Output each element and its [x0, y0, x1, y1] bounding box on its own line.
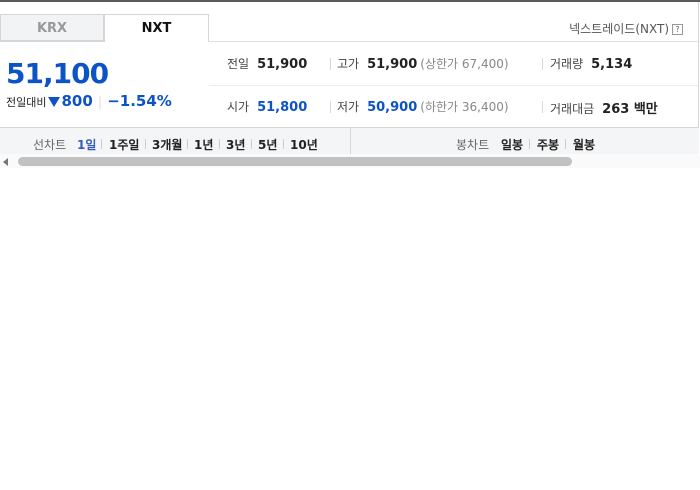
lower-limit: (하한가 36,400) [420, 100, 509, 114]
period-5y[interactable]: 5년 [258, 136, 277, 153]
period-3y[interactable]: 3년 [226, 136, 245, 153]
tab-krx[interactable]: KRX [0, 14, 104, 41]
down-arrow-icon [48, 97, 61, 107]
period-3m[interactable]: 3개월 [152, 136, 182, 153]
stat-label: 고가 [337, 57, 360, 71]
period-1d[interactable]: 1일 [77, 136, 96, 153]
stat-volume: 거래량 5,134 [550, 55, 632, 72]
scroll-left-icon[interactable] [3, 158, 8, 166]
toolbar-divider [350, 128, 351, 155]
widget-right-border [698, 2, 699, 128]
period-10y[interactable]: 10년 [290, 136, 318, 153]
stat-trade-value: 거래대금 263 백만 [550, 98, 658, 117]
help-icon[interactable]: ? [672, 24, 683, 35]
period-monthly-candle[interactable]: 월봉 [573, 136, 595, 153]
exchange-name-text: 넥스트레이드(NXT) [569, 22, 669, 36]
line-chart-label: 선차트 [33, 138, 67, 152]
stat-label: 거래대금 [550, 102, 595, 116]
stats-row-divider [209, 85, 698, 86]
stat-open: 시가 51,800 [227, 98, 307, 115]
period-separator [101, 139, 102, 149]
horizontal-scrollbar[interactable] [0, 154, 700, 168]
price-change: 전일대비 800 | −1.54% [6, 92, 172, 110]
stat-low: 저가 50,900 (하한가 36,400) [337, 98, 509, 115]
period-separator [219, 139, 220, 149]
upper-limit: (상한가 67,400) [420, 57, 509, 71]
period-separator [529, 139, 530, 149]
stat-value: 263 백만 [602, 102, 658, 117]
stat-prev-close: 전일 51,900 [227, 55, 307, 72]
change-separator: | [97, 95, 103, 110]
period-1w[interactable]: 1주일 [109, 136, 139, 153]
stat-high: 고가 51,900 (상한가 67,400) [337, 55, 509, 72]
stat-label: 시가 [227, 100, 250, 114]
tab-baseline [209, 41, 699, 42]
stat-value: 51,800 [257, 100, 308, 115]
period-daily-candle[interactable]: 일봉 [501, 136, 523, 153]
candle-chart-label: 봉차트 [456, 138, 490, 152]
stat-label: 저가 [337, 100, 360, 114]
stat-value: 51,900 [367, 57, 418, 72]
stat-value: 50,900 [367, 100, 418, 115]
tab-divider [0, 41, 104, 42]
stat-separator [542, 101, 543, 113]
scroll-thumb[interactable] [18, 157, 572, 166]
stat-value: 51,900 [257, 57, 308, 72]
stat-value: 5,134 [591, 57, 633, 72]
period-separator [145, 139, 146, 149]
current-price: 51,100 [6, 57, 109, 90]
period-separator [283, 139, 284, 149]
period-separator [251, 139, 252, 149]
period-weekly-candle[interactable]: 주봉 [537, 136, 559, 153]
change-amount: 800 [61, 92, 93, 110]
stat-label: 전일 [227, 57, 250, 71]
change-label: 전일대비 [6, 96, 47, 109]
change-percent: −1.54% [107, 92, 172, 110]
period-1y[interactable]: 1년 [194, 136, 213, 153]
stock-price-widget: KRX NXT 넥스트레이드(NXT)? 51,100 전일대비 800 | −1.5… [0, 2, 700, 168]
stat-separator [542, 58, 543, 70]
stat-separator [330, 58, 331, 70]
period-separator [187, 139, 188, 149]
period-separator [565, 139, 566, 149]
tab-nxt[interactable]: NXT [104, 14, 209, 42]
stat-separator [330, 101, 331, 113]
exchange-name: 넥스트레이드(NXT)? [569, 20, 683, 37]
chart-period-toolbar: 선차트 1일 1주일 3개월 1년 3년 5년 10년 봉차트 일봉 주봉 월봉 [0, 127, 699, 155]
stat-label: 거래량 [550, 57, 584, 71]
